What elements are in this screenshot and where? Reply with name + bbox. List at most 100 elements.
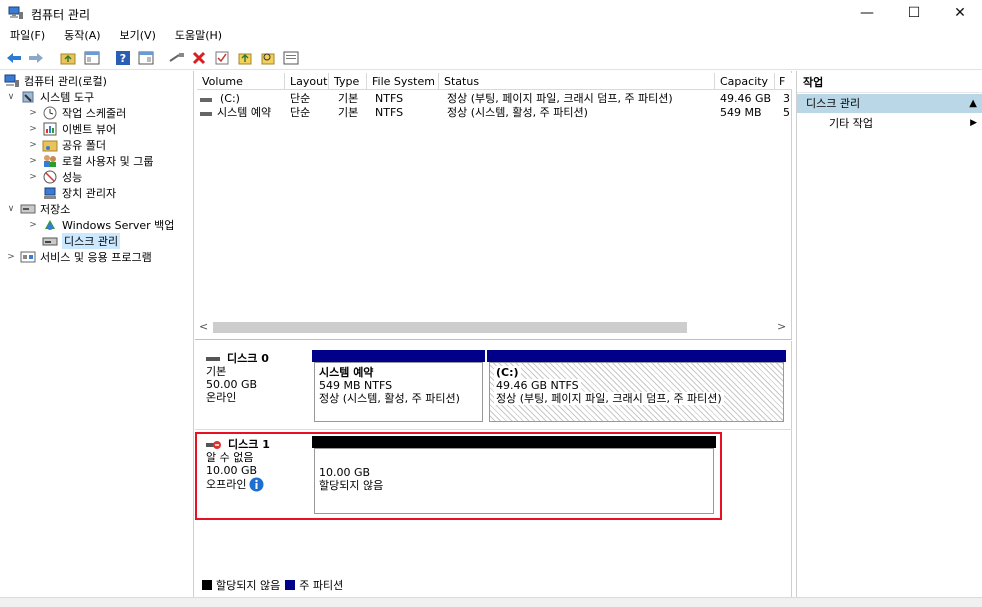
partition-c-drive[interactable]: (C:) 49.46 GB NTFS 정상 (부팅, 페이지 파일, 크래시 덤…: [487, 350, 786, 424]
legend: 할당되지 않음 주 파티션: [195, 578, 343, 592]
horizontal-scrollbar[interactable]: < >: [195, 319, 792, 336]
storage-icon: [20, 202, 36, 216]
column-file-system[interactable]: File System: [367, 73, 439, 90]
chevron-right-icon[interactable]: >: [28, 140, 38, 150]
disk-1-type: 알 수 없음: [206, 451, 254, 464]
primary-partition-bar: [487, 350, 786, 362]
legend-unallocated-swatch: [202, 580, 212, 590]
check-icon[interactable]: [213, 49, 231, 67]
actions-pane: 작업 디스크 관리 ▲ 기타 작업 ▶: [796, 71, 982, 597]
users-icon: [42, 154, 58, 168]
help-icon[interactable]: ?: [114, 49, 132, 67]
delete-icon[interactable]: [190, 49, 208, 67]
connect-icon[interactable]: [168, 49, 186, 67]
computer-management-icon: [4, 74, 20, 88]
tree-item-shared-folders[interactable]: > 공유 폴더: [28, 137, 106, 153]
menu-view[interactable]: 보기(V): [110, 26, 165, 46]
properties-icon[interactable]: [137, 49, 155, 67]
tree-label: 작업 스케줄러: [62, 107, 127, 120]
tree-item-device-manager[interactable]: 장치 관리자: [42, 185, 116, 201]
scroll-left-icon[interactable]: <: [199, 320, 208, 333]
minimize-button[interactable]: —: [844, 0, 890, 26]
partition-unallocated[interactable]: 10.00 GB 할당되지 않음: [312, 436, 716, 516]
services-icon: [20, 250, 36, 264]
tree-label: 서비스 및 응용 프로그램: [40, 251, 152, 264]
menu-help[interactable]: 도움말(H): [165, 26, 231, 46]
tree-label: 성능: [62, 171, 83, 184]
tree-item-event-viewer[interactable]: > 이벤트 뷰어: [28, 121, 116, 137]
scroll-right-icon[interactable]: >: [777, 320, 786, 333]
tree-item-windows-backup[interactable]: > Windows Server 백업: [28, 217, 174, 233]
collapse-up-icon[interactable]: ▲: [969, 94, 977, 113]
scrollbar-thumb[interactable]: [213, 322, 687, 333]
show-hide-tree-icon[interactable]: [83, 49, 101, 67]
disk-1-state: 오프라인: [206, 478, 247, 491]
unallocated-bar: [312, 436, 716, 448]
maximize-button[interactable]: ☐: [891, 0, 937, 26]
column-status[interactable]: Status: [439, 73, 715, 90]
disk-0-size: 50.00 GB: [206, 378, 258, 391]
chevron-right-icon[interactable]: >: [28, 156, 38, 166]
tree-item-system-tools[interactable]: ∨ 시스템 도구: [6, 89, 94, 105]
disk-offline-icon: [206, 440, 221, 449]
event-viewer-icon: [42, 122, 58, 136]
performance-icon: [42, 170, 58, 184]
column-capacity[interactable]: Capacity: [715, 73, 775, 90]
column-volume[interactable]: Volume: [197, 73, 285, 90]
menu-file[interactable]: 파일(F): [0, 26, 54, 46]
disk-1-name: 디스크 1: [228, 438, 270, 451]
menu-action[interactable]: 동작(A): [54, 26, 109, 46]
chevron-right-icon[interactable]: >: [28, 220, 38, 230]
disk-icon: [206, 356, 220, 361]
disk-0-type: 기본: [206, 365, 227, 378]
chevron-right-icon[interactable]: >: [6, 252, 16, 262]
close-button[interactable]: ✕: [937, 0, 982, 26]
status-bar: [0, 597, 982, 607]
column-type[interactable]: Type: [329, 73, 367, 90]
partition-system-reserved[interactable]: 시스템 예약 549 MB NTFS 정상 (시스템, 활성, 주 파티션): [312, 350, 485, 424]
search-icon[interactable]: [259, 49, 277, 67]
forward-arrow-icon[interactable]: [27, 49, 45, 67]
tree-label: 이벤트 뷰어: [62, 123, 117, 136]
chevron-right-icon[interactable]: >: [28, 172, 38, 182]
volume-drive-icon: [200, 93, 212, 107]
chevron-right-icon[interactable]: >: [28, 108, 38, 118]
tree-item-local-users[interactable]: > 로컬 사용자 및 그룹: [28, 153, 153, 169]
tree-label: 로컬 사용자 및 그룹: [62, 155, 154, 168]
tree-item-task-scheduler[interactable]: > 작업 스케줄러: [28, 105, 126, 121]
back-arrow-icon[interactable]: [5, 49, 23, 67]
tree-label: 장치 관리자: [62, 187, 117, 200]
action-pane-icon[interactable]: [282, 49, 300, 67]
disk-1-label[interactable]: 디스크 1 알 수 없음 10.00 GB 오프라인: [206, 438, 311, 492]
actions-header: 작업: [797, 73, 982, 93]
volume-list: Volume Layout Type File System Status Ca…: [195, 71, 792, 340]
chevron-down-icon[interactable]: ∨: [6, 92, 16, 102]
menu-bar: 파일(F) 동작(A) 보기(V) 도움말(H): [0, 26, 982, 46]
disk-graphical-view: 디스크 0 기본 50.00 GB 온라인 시스템 예약 549 MB NTFS…: [195, 341, 792, 597]
chevron-right-icon[interactable]: >: [28, 124, 38, 134]
disk-0-state: 온라인: [206, 391, 237, 404]
submenu-arrow-icon: ▶: [970, 118, 977, 128]
column-free[interactable]: F: [775, 73, 792, 90]
tree-item-performance[interactable]: > 성능: [28, 169, 82, 185]
action-more-actions[interactable]: 기타 작업 ▶: [797, 114, 982, 133]
up-folder-icon[interactable]: [59, 49, 77, 67]
clock-icon: [42, 106, 58, 120]
legend-unallocated: 할당되지 않음: [216, 579, 281, 592]
tree-item-computer-management[interactable]: 컴퓨터 관리(로컬): [4, 73, 107, 89]
disk-0-name: 디스크 0: [227, 352, 269, 365]
tree-label: 디스크 관리: [62, 233, 121, 249]
volume-drive-icon: [200, 107, 212, 121]
export-icon[interactable]: [236, 49, 254, 67]
tree-item-disk-management[interactable]: 디스크 관리: [42, 233, 121, 249]
tree-item-storage[interactable]: ∨ 저장소: [6, 201, 71, 217]
actions-section-disk-management[interactable]: 디스크 관리 ▲: [797, 94, 982, 113]
disk-0-label[interactable]: 디스크 0 기본 50.00 GB 온라인: [206, 352, 311, 404]
tree-item-services-apps[interactable]: > 서비스 및 응용 프로그램: [6, 249, 152, 265]
title-bar: 컴퓨터 관리 — ☐ ✕: [0, 0, 982, 26]
primary-partition-bar: [312, 350, 485, 362]
disk-management-icon: [42, 234, 58, 248]
chevron-down-icon[interactable]: ∨: [6, 204, 16, 214]
column-layout[interactable]: Layout: [285, 73, 329, 90]
info-icon[interactable]: [249, 477, 264, 492]
